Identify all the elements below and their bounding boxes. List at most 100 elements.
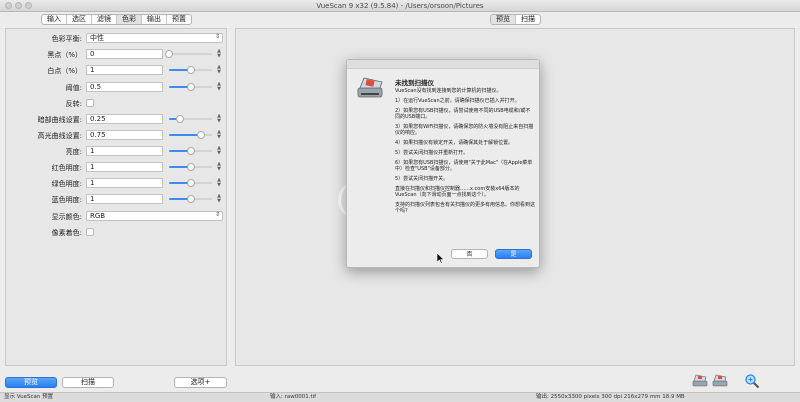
window-titlebar: VueScan 9 x32 (9.5.84) - /Users/orsoon/P… — [0, 0, 800, 12]
threshold-input[interactable]: 0.5 — [86, 82, 163, 92]
stepper-icon[interactable]: ▲ ▼ — [216, 49, 222, 59]
tab-color[interactable]: 色彩 — [117, 15, 142, 24]
stepper-icon[interactable]: ▲ ▼ — [216, 146, 222, 156]
chevron-updown-icon: ⇕ — [214, 211, 220, 218]
stepper-icon[interactable]: ▲ ▼ — [216, 114, 222, 124]
tab-crop[interactable]: 选区 — [67, 15, 92, 24]
invert-checkbox[interactable] — [86, 99, 94, 107]
threshold-row: 阈值: 0.5 ▲ ▼ — [6, 81, 226, 94]
highlight-curve-row: 高光曲线设置: 0.75 ▲ ▼ — [6, 129, 226, 142]
dialog-footer: 直接在扫描仪和扫描仪控制器……x.com安装x64版本的VueScan（向下滑动… — [395, 186, 520, 198]
color-balance-value: 中性 — [90, 34, 104, 42]
slider-knob[interactable] — [186, 83, 195, 91]
red-brightness-input[interactable]: 1 — [86, 162, 163, 172]
dialog-item: 6）如果您有USB扫描仪，请使用"关于此Mac"（在Apple菜单中）检查"US… — [395, 160, 533, 172]
highlight-curve-label: 高光曲线设置: — [37, 132, 82, 140]
dialog-item: 3）如果您有WiFi扫描仪，请确保您的防火墙没有阻止来自扫描仪的响应。 — [395, 124, 534, 136]
white-point-row: 白点（%） 1 ▲ ▼ — [6, 64, 226, 77]
status-output: 输出: 2550x3300 pixels 300 dpi 216x279 mm … — [536, 394, 685, 400]
shadow-curve-input[interactable]: 0.25 — [86, 114, 163, 124]
chevron-updown-icon: ⇕ — [214, 33, 220, 40]
black-point-label: 黑点（%） — [47, 51, 82, 59]
slider-knob[interactable] — [197, 131, 206, 139]
dialog-question: 支持的扫描仪列表包含有关扫描仪的更多有用信息。你想看到这个吗? — [395, 202, 536, 214]
color-settings-panel: 色彩平衡: 中性 ⇕ 黑点（%） 0 ▲ ▼ 白点（%） 1 ▲ ▼ 阈值: 0.5… — [5, 28, 227, 366]
shadow-curve-label: 暗部曲线设置: — [37, 116, 82, 124]
slider-knob[interactable] — [175, 115, 184, 123]
dialog-no-button[interactable]: 否 — [451, 249, 488, 259]
tab-preview[interactable]: 预览 — [491, 15, 516, 24]
scanner-icon[interactable] — [692, 373, 708, 389]
preview-button[interactable]: 预览 — [5, 377, 57, 388]
zoom-icon[interactable] — [744, 373, 760, 389]
display-color-value: RGB — [90, 212, 106, 220]
tab-prefs[interactable]: 预置 — [167, 15, 191, 24]
pixel-colors-label: 像素着色: — [51, 229, 82, 237]
scanner-alt-icon[interactable] — [712, 373, 728, 389]
green-brightness-slider[interactable] — [169, 179, 212, 187]
tab-filter[interactable]: 滤镜 — [92, 15, 117, 24]
slider-knob[interactable] — [165, 50, 173, 58]
slider-knob[interactable] — [186, 195, 195, 203]
white-point-input[interactable]: 1 — [86, 65, 163, 75]
highlight-curve-slider[interactable] — [169, 131, 212, 139]
status-left: 显示 VueScan 预置 — [4, 394, 54, 400]
slider-knob[interactable] — [186, 163, 195, 171]
brightness-slider[interactable] — [169, 147, 212, 155]
tab-output[interactable]: 输出 — [142, 15, 167, 24]
slider-knob[interactable] — [186, 147, 195, 155]
threshold-slider[interactable] — [169, 83, 212, 91]
pixel-colors-row: 像素着色: — [6, 226, 226, 239]
red-brightness-label: 红色明度: — [51, 164, 82, 172]
highlight-curve-input[interactable]: 0.75 — [86, 130, 163, 140]
blue-brightness-input[interactable]: 1 — [86, 194, 163, 204]
black-point-input[interactable]: 0 — [86, 49, 163, 59]
display-color-row: 显示颜色: RGB ⇕ — [6, 210, 226, 223]
tab-input[interactable]: 输入 — [42, 15, 67, 24]
options-button[interactable]: 选项+ — [174, 377, 227, 388]
scan-button[interactable]: 扫描 — [62, 377, 114, 388]
invert-row: 反转: — [6, 97, 226, 110]
status-input: 输入: raw0001.tif — [270, 394, 317, 400]
dialog-item: 5）尝试关闭扫描开关。 — [395, 176, 449, 182]
dialog-message: VueScan没有找到连接到您的计算机的扫描仪。 1）在运行VueScan之前，… — [395, 88, 535, 218]
display-color-select[interactable]: RGB ⇕ — [86, 211, 223, 221]
green-brightness-input[interactable]: 1 — [86, 178, 163, 188]
brightness-input[interactable]: 1 — [86, 146, 163, 156]
dialog-item: 5）尝试关闭扫描仪并重新打开。 — [395, 150, 469, 156]
blue-brightness-label: 蓝色明度: — [51, 196, 82, 204]
no-scanner-dialog: 未找到扫描仪 VueScan没有找到连接到您的计算机的扫描仪。 1）在运行Vue… — [346, 59, 540, 268]
slider-knob[interactable] — [186, 179, 195, 187]
dialog-item: 1）在运行VueScan之前，请确保扫描仪已插入并打开。 — [395, 98, 520, 104]
left-tab-bar: 输入 选区 滤镜 色彩 输出 预置 — [41, 14, 192, 25]
blue-brightness-row: 蓝色明度: 1 ▲ ▼ — [6, 193, 226, 206]
slider-knob[interactable] — [186, 66, 195, 74]
red-brightness-row: 红色明度: 1 ▲ ▼ — [6, 161, 226, 174]
brightness-row: 亮度: 1 ▲ ▼ — [6, 145, 226, 158]
display-color-label: 显示颜色: — [51, 213, 82, 221]
color-balance-select[interactable]: 中性 ⇕ — [86, 33, 223, 43]
stepper-icon[interactable]: ▲ ▼ — [216, 162, 222, 172]
shadow-curve-row: 暗部曲线设置: 0.25 ▲ ▼ — [6, 113, 226, 126]
stepper-icon[interactable]: ▲ ▼ — [216, 65, 222, 75]
stepper-icon[interactable]: ▲ ▼ — [216, 130, 222, 140]
black-point-slider[interactable] — [165, 50, 212, 58]
white-point-slider[interactable] — [169, 66, 212, 74]
blue-brightness-slider[interactable] — [169, 195, 212, 203]
right-tab-bar: 预览 扫描 — [490, 14, 541, 25]
scanner-icon — [357, 77, 383, 98]
pixel-colors-checkbox[interactable] — [86, 228, 94, 236]
mouse-cursor-icon — [437, 253, 445, 264]
stepper-icon[interactable]: ▲ ▼ — [216, 82, 222, 92]
tab-scan[interactable]: 扫描 — [516, 15, 540, 24]
stepper-icon[interactable]: ▲ ▼ — [216, 194, 222, 204]
dialog-intro: VueScan没有找到连接到您的计算机的扫描仪。 — [395, 88, 502, 94]
color-balance-label: 色彩平衡: — [51, 35, 82, 43]
dialog-yes-button[interactable]: 是 — [495, 249, 532, 259]
stepper-icon[interactable]: ▲ ▼ — [216, 178, 222, 188]
status-bar: 显示 VueScan 预置 输入: raw0001.tif 输出: 2550x3… — [0, 392, 800, 402]
red-brightness-slider[interactable] — [169, 163, 212, 171]
color-balance-row: 色彩平衡: 中性 ⇕ — [6, 32, 226, 45]
shadow-curve-slider[interactable] — [169, 115, 212, 123]
dialog-titlebar — [347, 60, 539, 69]
